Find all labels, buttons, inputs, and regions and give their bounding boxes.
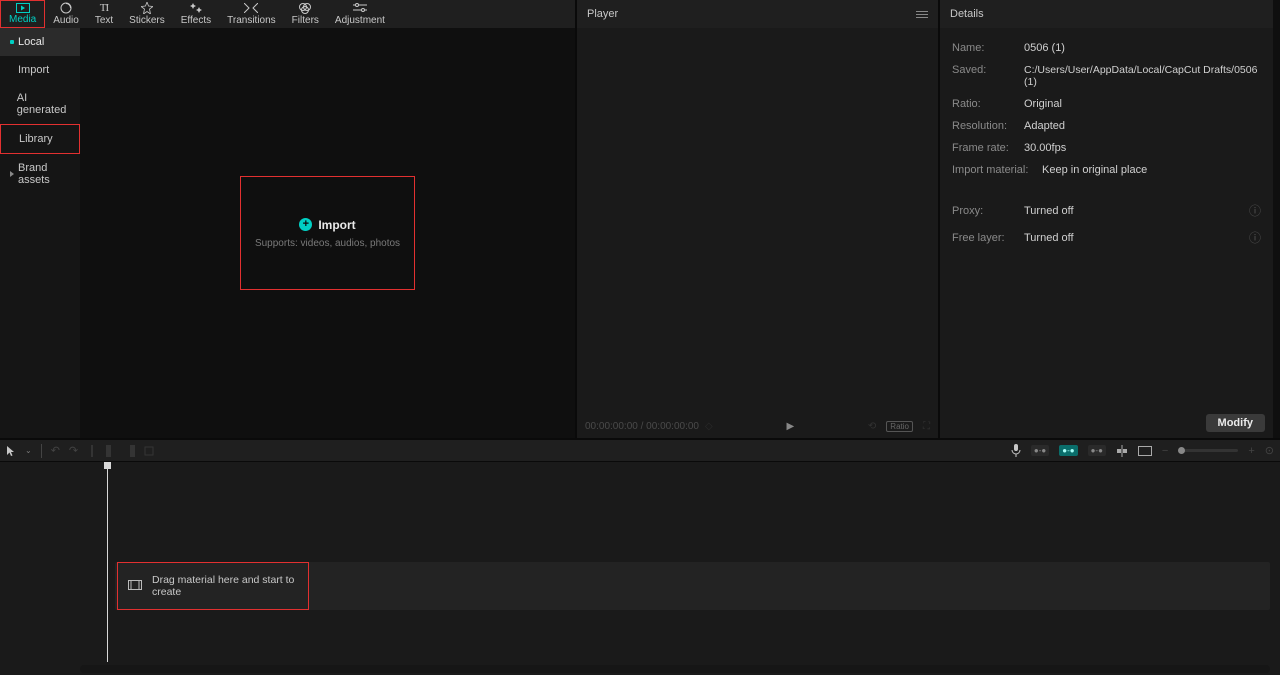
timeline-drop-text: Drag material here and start to create	[152, 574, 298, 598]
detail-import-material: Import material:Keep in original place	[952, 160, 1261, 180]
media-icon	[16, 3, 30, 13]
filters-icon	[299, 2, 311, 14]
top-tabs: Media Audio TI Text Stickers Effects	[0, 0, 575, 28]
details-title: Details	[950, 8, 984, 20]
detail-ratio: Ratio:Original	[952, 94, 1261, 114]
player-panel: Player 00:00:00:00 / 00:00:00:00 ◇ ▶ ⟲ R…	[575, 0, 940, 438]
detail-proxy: Proxy:Turned offⓘ	[952, 198, 1261, 223]
player-viewport	[577, 28, 938, 414]
audio-icon	[60, 2, 72, 14]
sidebar-item-local[interactable]: Local	[0, 28, 80, 56]
tab-media-label: Media	[9, 14, 36, 25]
tab-text-label: Text	[95, 15, 113, 26]
delete-left-icon[interactable]	[106, 445, 116, 457]
tab-transitions-label: Transitions	[227, 15, 276, 26]
info-icon[interactable]: ⓘ	[1249, 202, 1261, 219]
sidebar-import-label: Import	[18, 64, 49, 76]
zoom-in-icon[interactable]: +	[1248, 445, 1254, 457]
zoom-level-3[interactable]: ●-●	[1088, 445, 1106, 456]
tab-adjustment[interactable]: Adjustment	[327, 0, 393, 28]
tab-adjustment-label: Adjustment	[335, 15, 385, 26]
detail-free-layer: Free layer:Turned offⓘ	[952, 225, 1261, 250]
sidebar-ai-label: AI generated	[17, 92, 70, 116]
media-sidebar: Local Import AI generated Library Brand …	[0, 28, 80, 438]
tab-media[interactable]: Media	[0, 0, 45, 28]
adjustment-icon	[353, 2, 367, 14]
align-icon[interactable]	[1116, 445, 1128, 457]
playhead[interactable]	[107, 462, 108, 662]
modify-button[interactable]: Modify	[1206, 414, 1265, 432]
player-small-icon[interactable]: ◇	[705, 421, 713, 432]
snapshot-icon[interactable]: ⟲	[868, 421, 876, 432]
detail-framerate: Frame rate:30.00fps	[952, 138, 1261, 158]
import-dropzone[interactable]: + Import Supports: videos, audios, photo…	[240, 176, 415, 290]
effects-icon	[190, 2, 202, 14]
tab-audio[interactable]: Audio	[45, 0, 87, 28]
delete-icon[interactable]	[144, 446, 154, 456]
sidebar-local-label: Local	[18, 36, 44, 48]
sidebar-library-label: Library	[19, 133, 53, 145]
timeline: Drag material here and start to create	[0, 462, 1280, 675]
stickers-icon	[141, 2, 153, 14]
sidebar-brand-label: Brand assets	[18, 162, 70, 186]
player-menu-icon[interactable]	[916, 11, 928, 18]
sidebar-item-library[interactable]: Library	[0, 124, 80, 154]
ratio-button[interactable]: Ratio	[886, 421, 913, 432]
import-subtext: Supports: videos, audios, photos	[255, 238, 400, 249]
tab-audio-label: Audio	[53, 15, 79, 26]
tab-filters-label: Filters	[292, 15, 319, 26]
tab-filters[interactable]: Filters	[284, 0, 327, 28]
fullscreen-icon[interactable]: ⛶	[923, 421, 930, 432]
tab-transitions[interactable]: Transitions	[219, 0, 284, 28]
split-icon[interactable]	[87, 445, 97, 457]
tab-text[interactable]: TI Text	[87, 0, 121, 28]
media-pool: + Import Supports: videos, audios, photo…	[80, 28, 575, 438]
zoom-out-icon[interactable]: −	[1162, 445, 1168, 457]
zoom-level-2[interactable]: ●-●	[1059, 445, 1077, 456]
player-title: Player	[587, 8, 618, 20]
player-timecode: 00:00:00:00 / 00:00:00:00	[585, 421, 699, 432]
timeline-dropzone[interactable]: Drag material here and start to create	[117, 562, 309, 610]
import-label: Import	[318, 218, 355, 232]
tab-stickers-label: Stickers	[129, 15, 165, 26]
pointer-chevron-icon[interactable]: ⌄	[25, 446, 32, 455]
undo-icon[interactable]: ↶	[51, 444, 60, 457]
timeline-scrollbar[interactable]	[80, 665, 1270, 673]
fit-icon[interactable]: ⊙	[1265, 444, 1274, 457]
detail-resolution: Resolution:Adapted	[952, 116, 1261, 136]
play-icon[interactable]: ▶	[786, 421, 794, 432]
tab-stickers[interactable]: Stickers	[121, 0, 173, 28]
sidebar-item-import[interactable]: Import	[0, 56, 80, 84]
info-icon[interactable]: ⓘ	[1249, 229, 1261, 246]
zoom-slider[interactable]	[1178, 449, 1238, 452]
zoom-level-1[interactable]: ●-●	[1031, 445, 1049, 456]
clip-icon	[128, 580, 142, 593]
details-panel: Details Name:0506 (1) Saved:C:/Users/Use…	[940, 0, 1273, 438]
pointer-icon[interactable]	[6, 445, 16, 457]
sidebar-item-brand[interactable]: Brand assets	[0, 154, 80, 194]
transitions-icon	[244, 2, 258, 14]
detail-saved: Saved:C:/Users/User/AppData/Local/CapCut…	[952, 60, 1261, 92]
text-icon: TI	[100, 2, 108, 14]
redo-icon[interactable]: ↷	[69, 444, 78, 457]
detail-name: Name:0506 (1)	[952, 38, 1261, 58]
sidebar-item-ai[interactable]: AI generated	[0, 84, 80, 124]
expand-icon	[10, 171, 14, 177]
preview-icon[interactable]	[1138, 446, 1152, 456]
tab-effects[interactable]: Effects	[173, 0, 219, 28]
tab-effects-label: Effects	[181, 15, 211, 26]
timeline-toolbar: ⌄ ↶ ↷ ●-● ●-● ●-● − + ⊙	[0, 438, 1280, 462]
plus-icon: +	[299, 218, 312, 231]
delete-right-icon[interactable]	[125, 445, 135, 457]
mic-icon[interactable]	[1011, 444, 1021, 457]
